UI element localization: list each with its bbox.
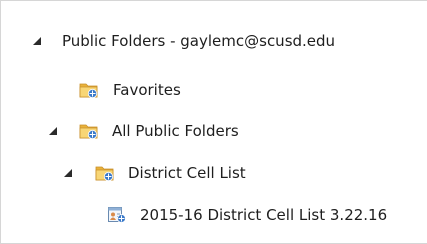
tree-item-label: All Public Folders (112, 122, 239, 140)
folder-pane: Public Folders - gaylemc@scusd.edu Favor… (0, 0, 427, 244)
tree-item-favorites[interactable]: Favorites (1, 78, 427, 102)
tree-item-label: Public Folders - gaylemc@scusd.edu (62, 32, 336, 50)
tree-item-label: 2015-16 District Cell List 3.22.16 (140, 206, 388, 224)
tree-item-public-folders-root[interactable]: Public Folders - gaylemc@scusd.edu (1, 29, 427, 53)
public-folder-icon (79, 124, 98, 140)
contacts-folder-icon (108, 207, 126, 223)
tree-item-label: District Cell List (128, 164, 246, 182)
public-folder-icon (95, 166, 114, 182)
tree-item-2015-16-district-cell-list[interactable]: 2015-16 District Cell List 3.22.16 (1, 203, 427, 227)
expanded-triangle-icon[interactable] (48, 126, 58, 136)
tree-item-district-cell-list[interactable]: District Cell List (1, 161, 427, 185)
public-folder-icon (79, 83, 98, 99)
tree-item-all-public-folders[interactable]: All Public Folders (1, 119, 427, 143)
expanded-triangle-icon[interactable] (63, 168, 73, 178)
expanded-triangle-icon[interactable] (32, 36, 42, 46)
tree-item-label: Favorites (113, 81, 181, 99)
